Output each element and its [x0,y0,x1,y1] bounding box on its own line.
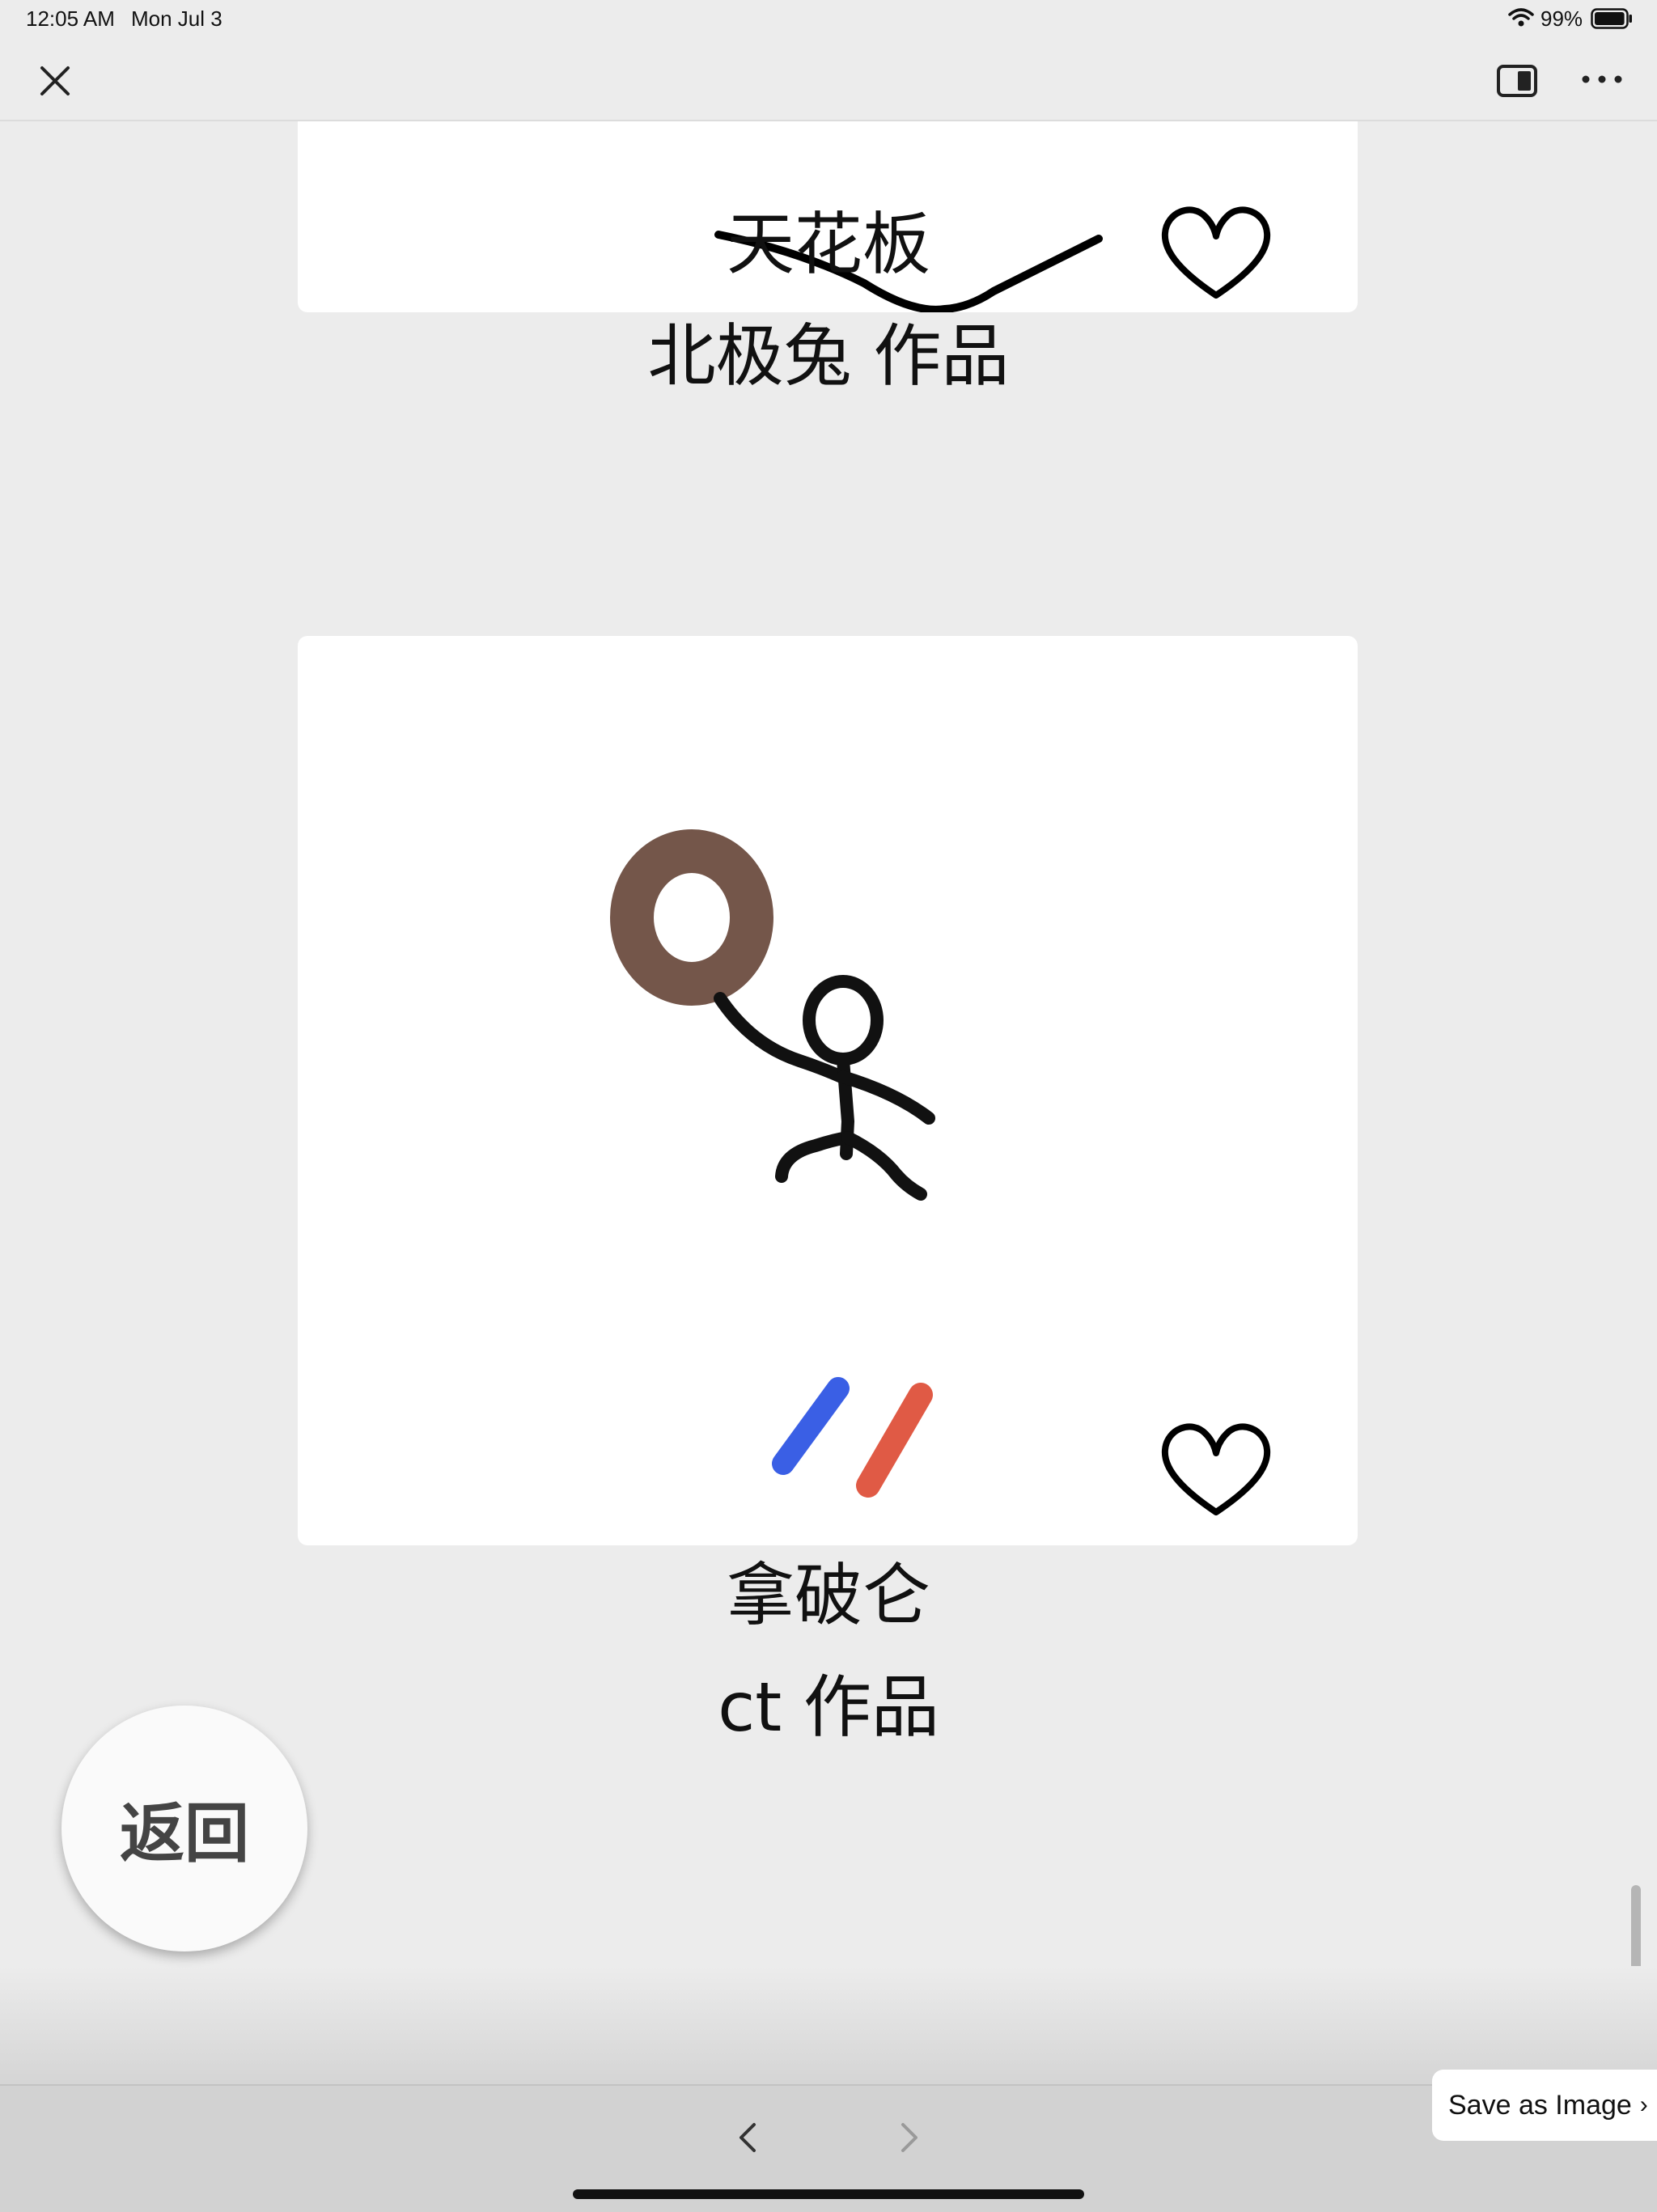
status-time: 12:05 AM [26,6,115,31]
artwork-title: 天花板 [726,205,930,284]
chevron-right-icon[interactable] [890,2115,929,2160]
save-as-image-label: Save as Image [1448,2089,1632,2121]
heart-icon[interactable] [1155,1411,1277,1524]
top-toolbar [0,39,1657,121]
wifi-icon [1508,8,1534,27]
battery-icon [1591,8,1632,29]
split-view-icon[interactable] [1495,61,1540,100]
battery-percent: 99% [1540,6,1583,31]
home-indicator[interactable] [573,2189,1084,2199]
status-date: Mon Jul 3 [131,6,222,31]
artwork-author: 北极兔 作品 [647,316,1010,396]
chevron-right-icon: › [1639,2091,1648,2118]
bottom-fade [0,1966,1657,2087]
more-icon[interactable] [1578,63,1626,95]
chevron-left-icon[interactable] [728,2115,767,2160]
save-as-image-button[interactable]: Save as Image › [1432,2070,1657,2141]
status-bar: 12:05 AM Mon Jul 3 99% [0,0,1657,39]
back-button[interactable]: 返回 [61,1706,307,1951]
artwork-card [298,636,1358,1545]
artwork-title: 拿破仑 [726,1556,930,1635]
back-button-label: 返回 [120,1796,249,1871]
artwork-drawing [610,829,935,1498]
close-icon[interactable] [32,58,78,104]
